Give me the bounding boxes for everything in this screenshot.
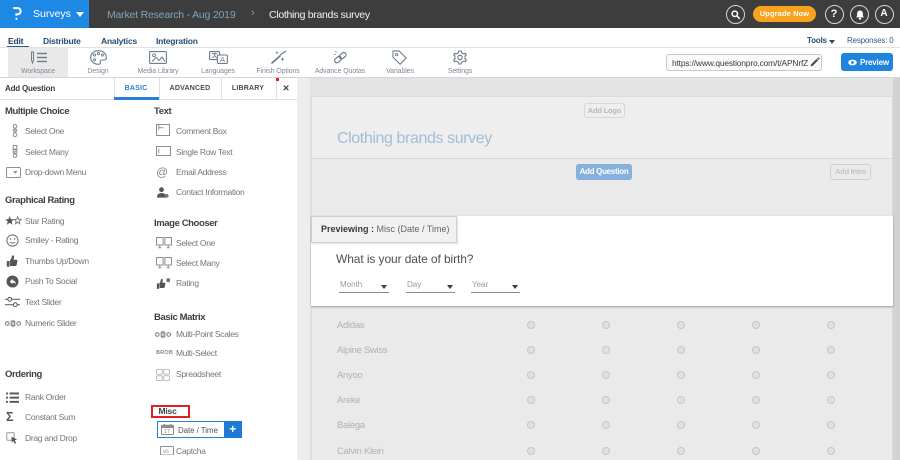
svg-text:A: A (220, 55, 225, 64)
svg-text:17: 17 (164, 429, 170, 435)
svg-text:vs: vs (163, 449, 169, 455)
